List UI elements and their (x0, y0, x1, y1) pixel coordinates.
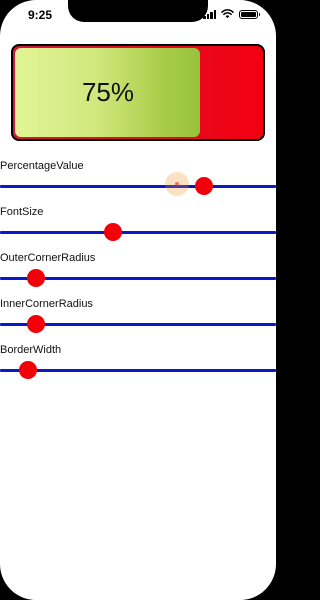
slider-track[interactable] (0, 231, 276, 234)
slider-label: PercentageValue (0, 160, 84, 172)
slider-thumb[interactable] (195, 177, 214, 195)
slider-touch-ripple (164, 172, 189, 196)
slider-thumb[interactable] (26, 269, 45, 287)
signal-icon (203, 9, 216, 19)
slider-track[interactable] (0, 185, 276, 188)
status-time: 9:25 (28, 8, 53, 22)
battery-progress-view: 75% (11, 44, 265, 141)
home-area (0, 592, 276, 600)
slider-label: OuterCornerRadius (0, 252, 96, 264)
slider-label: InnerCornerRadius (0, 298, 93, 310)
slider-label: BorderWidth (0, 344, 62, 356)
device-notch (68, 0, 208, 22)
wifi-icon (221, 9, 234, 19)
slider-thumb[interactable] (26, 315, 45, 333)
slider-track[interactable] (0, 369, 276, 372)
slider-row-outer-corner-radius: OuterCornerRadius (0, 252, 276, 292)
slider-row-border-width: BorderWidth (0, 344, 276, 384)
slider-label: FontSize (0, 206, 44, 218)
battery-icon (239, 9, 260, 19)
slider-thumb[interactable] (18, 361, 37, 379)
slider-row-inner-corner-radius: InnerCornerRadius (0, 298, 276, 338)
device-screen: 9:25 75% PercentageValue FontSize OuterC… (0, 0, 276, 600)
status-icons (203, 9, 260, 19)
battery-percentage-label: 75% (81, 77, 135, 107)
slider-thumb[interactable] (104, 223, 123, 241)
slider-row-font-size: FontSize (0, 206, 276, 246)
slider-row-percentage-value: PercentageValue (0, 160, 276, 200)
